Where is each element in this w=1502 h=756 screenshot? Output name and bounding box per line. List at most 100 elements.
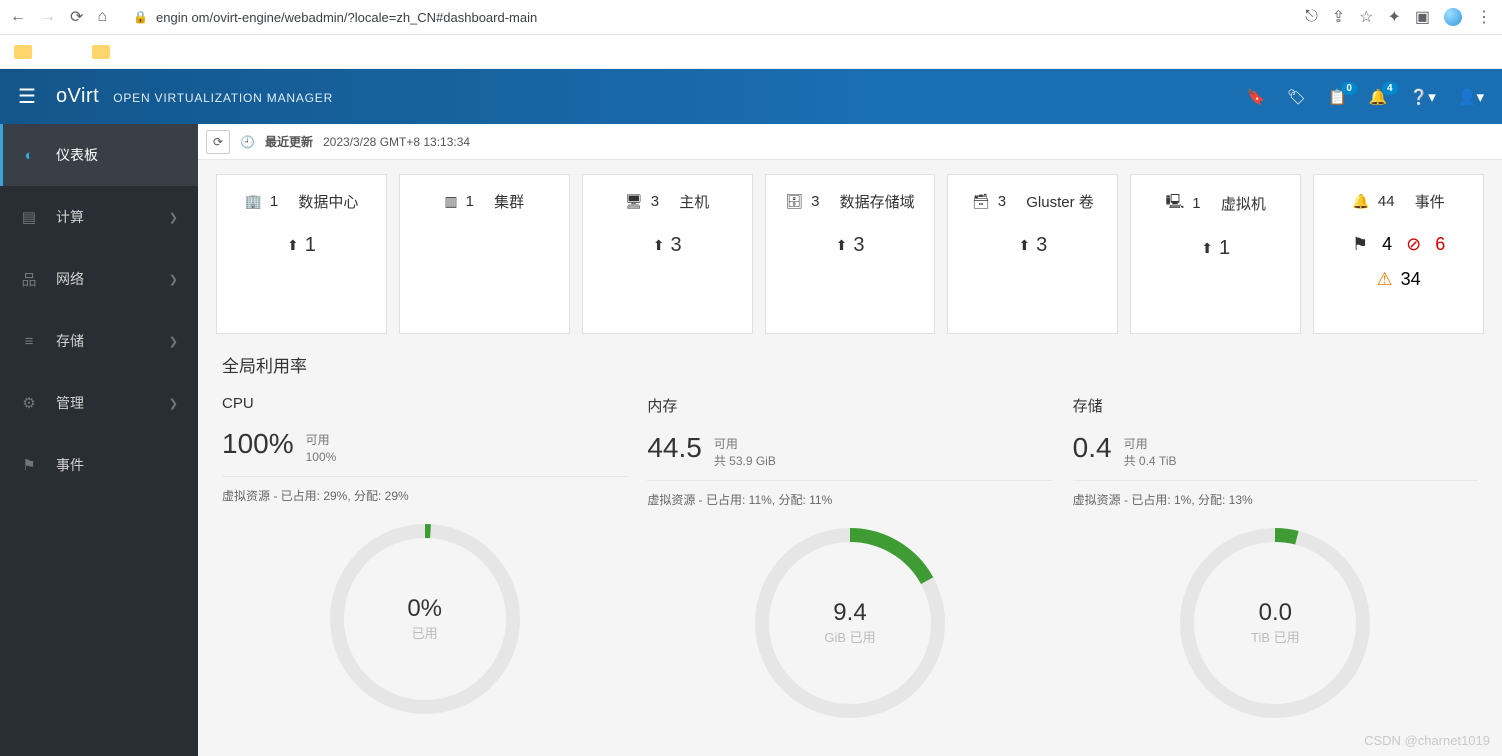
datacenter-icon: 🏢 [244, 193, 261, 210]
arrow-up-icon: ⬆ [1201, 240, 1213, 257]
url-text: engin om/ovirt-engine/webadmin/?locale=z… [156, 10, 537, 25]
app-header: ☰ oVirt OPEN VIRTUALIZATION MANAGER 🔖 🏷 … [0, 69, 1502, 124]
flag-icon: ⚑ [20, 456, 38, 474]
refresh-label: 最近更新 [265, 133, 313, 150]
help-icon[interactable]: ❔▾ [1410, 88, 1436, 106]
flag-icon: ⚑ [1352, 234, 1368, 255]
bookmark-folder[interactable] [92, 45, 110, 59]
volume-icon: 🗃 [972, 193, 990, 210]
card-vm[interactable]: 🖳1 虚拟机 ⬆1 [1130, 174, 1301, 334]
panel-icon[interactable]: ▣ [1415, 7, 1430, 27]
sidebar-item-label: 管理 [56, 393, 84, 413]
card-host[interactable]: 🖥3 主机 ⬆3 [582, 174, 753, 334]
util-col: 内存 44.5 可用共 53.9 GiB 虚拟资源 - 已占用: 11%, 分配… [647, 395, 1052, 718]
donut-chart: 0% 已用 [330, 524, 520, 714]
alerts-badge: 4 [1382, 82, 1398, 95]
profile-avatar[interactable] [1444, 8, 1462, 26]
donut-unit: 已用 [412, 623, 438, 642]
sidebar-item-label: 网络 [56, 269, 84, 289]
util-available-value: 44.5 [647, 432, 702, 464]
util-available-label: 可用100% [306, 428, 337, 466]
bookmark-folder[interactable] [14, 45, 32, 59]
util-name: 存储 [1073, 395, 1478, 416]
card-storage-domain[interactable]: 🗄3 数据存储域 ⬆3 [765, 174, 936, 334]
refresh-time: 2023/3/28 GMT+8 13:13:34 [323, 135, 470, 149]
donut-value: 0% [407, 595, 442, 623]
brand-logo: oVirt [56, 85, 99, 108]
bookmark-bar [0, 35, 1502, 69]
donut-chart: 0.0 TiB 已用 [1180, 528, 1370, 718]
sidebar-item-label: 事件 [56, 455, 84, 475]
arrow-up-icon: ⬆ [836, 237, 848, 254]
tasks-icon[interactable]: 📋0 [1328, 88, 1347, 106]
dashboard-icon: ◐ [20, 147, 38, 164]
network-icon: 品 [20, 269, 38, 290]
donut-unit: TiB 已用 [1251, 627, 1300, 646]
chevron-right-icon: ❯ [169, 335, 178, 348]
refresh-bar: ⟳ 🕘 最近更新 2023/3/28 GMT+8 13:13:34 [198, 124, 1502, 160]
bell-icon: 🔔 [1352, 193, 1369, 210]
card-gluster[interactable]: 🗃3 Gluster 卷 ⬆3 [947, 174, 1118, 334]
sidebar-item-dashboard[interactable]: ◐ 仪表板 [0, 124, 198, 186]
arrow-up-icon: ⬆ [653, 237, 665, 254]
bookmark-icon[interactable]: 🔖 [1246, 88, 1265, 106]
kebab-menu[interactable]: ⋮ [1476, 7, 1492, 27]
translate-icon[interactable]: ⎋ [1305, 8, 1318, 26]
storage-icon: ≡ [20, 333, 38, 350]
card-datacenter[interactable]: 🏢1 数据中心 ⬆1 [216, 174, 387, 334]
browser-toolbar: ← → ⟳ ⌂ 🔒 engin om/ovirt-engine/webadmin… [0, 0, 1502, 35]
share-icon[interactable]: ⇪ [1332, 7, 1345, 27]
chevron-right-icon: ❯ [169, 273, 178, 286]
menu-toggle-button[interactable]: ☰ [18, 84, 36, 109]
sidebar: ◐ 仪表板 ▤ 计算 ❯ 品 网络 ❯ ≡ 存储 ❯ ⚙ 管理 ❯ ⚑ 事件 [0, 124, 198, 756]
cluster-icon: ▥ [444, 193, 457, 210]
sidebar-item-events[interactable]: ⚑ 事件 [0, 434, 198, 496]
clock-icon: 🕘 [240, 135, 255, 149]
util-available-label: 可用共 0.4 TiB [1124, 432, 1177, 470]
card-cluster[interactable]: ▥1 集群 [399, 174, 570, 334]
home-button[interactable]: ⌂ [97, 8, 107, 26]
sidebar-item-admin[interactable]: ⚙ 管理 ❯ [0, 372, 198, 434]
donut-value: 0.0 [1259, 599, 1292, 627]
main-content: ⟳ 🕘 最近更新 2023/3/28 GMT+8 13:13:34 🏢1 数据中… [198, 124, 1502, 756]
tasks-badge: 0 [1341, 82, 1357, 95]
util-detail: 虚拟资源 - 已占用: 29%, 分配: 29% [222, 487, 627, 504]
error-icon: ⊘ [1406, 234, 1421, 255]
donut-chart: 9.4 GiB 已用 [755, 528, 945, 718]
chevron-right-icon: ❯ [169, 397, 178, 410]
util-name: CPU [222, 395, 627, 412]
lock-icon: 🔒 [133, 10, 148, 24]
watermark: CSDN @charnet1019 [1364, 733, 1490, 748]
sidebar-item-network[interactable]: 品 网络 ❯ [0, 248, 198, 310]
sidebar-item-compute[interactable]: ▤ 计算 ❯ [0, 186, 198, 248]
forward-button[interactable]: → [40, 8, 56, 26]
sidebar-item-storage[interactable]: ≡ 存储 ❯ [0, 310, 198, 372]
utilization-title: 全局利用率 [222, 352, 1478, 377]
host-icon: 🖥 [625, 193, 643, 210]
user-menu[interactable]: 👤▾ [1458, 88, 1484, 106]
util-available-label: 可用共 53.9 GiB [714, 432, 776, 470]
brand-subtitle: OPEN VIRTUALIZATION MANAGER [113, 91, 333, 105]
summary-cards: 🏢1 数据中心 ⬆1 ▥1 集群 🖥3 主机 ⬆3 🗄3 数据存储域 ⬆3 🗃3… [198, 160, 1502, 334]
vm-icon: 🖳 [1166, 191, 1185, 215]
arrow-up-icon: ⬆ [287, 237, 299, 254]
arrow-up-icon: ⬆ [1018, 237, 1030, 254]
back-button[interactable]: ← [10, 8, 26, 26]
refresh-button[interactable]: ⟳ [206, 130, 230, 154]
util-available-value: 100% [222, 428, 294, 460]
address-bar[interactable]: 🔒 engin om/ovirt-engine/webadmin/?locale… [121, 6, 1291, 29]
sidebar-item-label: 仪表板 [56, 145, 98, 165]
sidebar-item-label: 存储 [56, 331, 84, 351]
util-detail: 虚拟资源 - 已占用: 1%, 分配: 13% [1073, 491, 1478, 508]
star-icon[interactable]: ☆ [1359, 7, 1373, 27]
util-col: CPU 100% 可用100% 虚拟资源 - 已占用: 29%, 分配: 29%… [222, 395, 627, 718]
util-available-value: 0.4 [1073, 432, 1112, 464]
puzzle-icon[interactable]: ✦ [1387, 7, 1400, 27]
utilization-section: 全局利用率 CPU 100% 可用100% 虚拟资源 - 已占用: 29%, 分… [198, 334, 1502, 736]
bell-icon[interactable]: 🔔4 [1369, 88, 1388, 106]
reload-button[interactable]: ⟳ [70, 7, 83, 27]
donut-unit: GiB 已用 [824, 627, 875, 646]
tag-icon[interactable]: 🏷 [1287, 88, 1306, 106]
card-events[interactable]: 🔔44 事件 ⚑4 ⊘6 ⚠34 [1313, 174, 1484, 334]
warning-icon: ⚠ [1377, 269, 1393, 290]
